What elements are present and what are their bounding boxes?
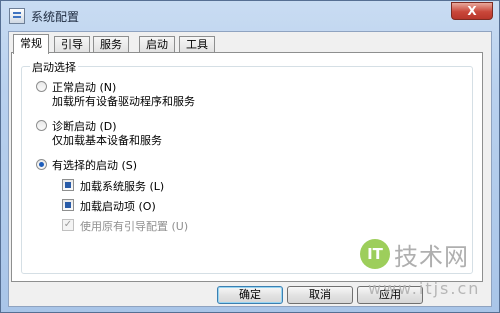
watermark-url: www.itjs.cn [368,279,481,298]
load-startup-items-label[interactable]: 加载启动项 (O) [80,198,156,214]
normal-startup-radio[interactable] [36,81,47,92]
close-button[interactable]: X [451,2,493,20]
selective-startup-label[interactable]: 有选择的启动 (S) [52,157,137,173]
tab-services[interactable]: 服务 [93,36,129,53]
title-bar[interactable]: 系统配置 X [1,1,499,31]
watermark-name: 技术网 [394,243,469,271]
system-config-window: 系统配置 X 常规 引导 服务 启动 工具 启动选择 正常启动 (N) 加载所有… [0,0,500,313]
system-config-icon [9,8,25,24]
load-startup-items-checkbox[interactable] [62,199,74,211]
selective-startup-radio[interactable] [36,159,47,170]
use-original-boot-config-checkbox: ✓ [62,219,74,231]
diagnostic-startup-description: 仅加载基本设备和服务 [52,134,162,147]
tab-tools[interactable]: 工具 [179,36,215,53]
tab-boot[interactable]: 引导 [54,36,90,53]
tab-startup[interactable]: 启动 [139,36,175,53]
ok-button[interactable]: 确定 [217,286,283,304]
watermark: IT 技术网 www.itjs.cn [358,235,494,305]
load-system-services-label[interactable]: 加载系统服务 (L) [80,178,164,194]
load-system-services-checkbox[interactable] [62,179,74,191]
window-title: 系统配置 [31,10,80,24]
diagnostic-startup-radio[interactable] [36,120,47,131]
use-original-boot-config-label: 使用原有引导配置 (U) [80,220,189,233]
tab-general[interactable]: 常规 [13,34,49,54]
watermark-logo: IT [360,239,390,269]
normal-startup-description: 加载所有设备驱动程序和服务 [52,95,195,108]
cancel-button[interactable]: 取消 [287,286,353,304]
group-title: 启动选择 [30,59,78,75]
